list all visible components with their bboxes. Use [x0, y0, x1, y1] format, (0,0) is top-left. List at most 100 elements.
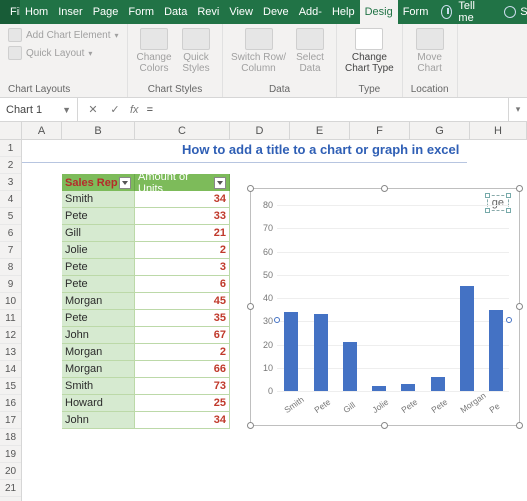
- cell-sales-rep[interactable]: Morgan: [62, 361, 135, 378]
- move-chart-button[interactable]: Move Chart: [412, 28, 448, 74]
- resize-handle[interactable]: [381, 185, 388, 192]
- cell-sales-rep[interactable]: Morgan: [62, 344, 135, 361]
- tellme-text[interactable]: Tell me: [458, 0, 484, 24]
- table-row[interactable]: Pete3: [62, 259, 230, 276]
- tab-form[interactable]: Form: [123, 0, 159, 24]
- row-header-8[interactable]: 8: [0, 259, 21, 276]
- row-header-2[interactable]: 2: [0, 157, 21, 174]
- tab-data[interactable]: Data: [159, 0, 192, 24]
- tab-file[interactable]: File: [0, 0, 20, 24]
- cell-sales-rep[interactable]: Smith: [62, 378, 135, 395]
- tab-inser[interactable]: Inser: [53, 0, 87, 24]
- select-all-corner[interactable]: [0, 122, 22, 140]
- row-header-18[interactable]: 18: [0, 429, 21, 446]
- cell-units[interactable]: 35: [135, 310, 230, 327]
- col-header-F[interactable]: F: [350, 122, 410, 139]
- row-header-10[interactable]: 10: [0, 293, 21, 310]
- cancel-formula-button[interactable]: ✕: [86, 103, 100, 116]
- resize-handle[interactable]: [247, 303, 254, 310]
- row-header-14[interactable]: 14: [0, 361, 21, 378]
- share-button[interactable]: Share: [504, 6, 527, 18]
- chart-plot-area[interactable]: [277, 205, 509, 391]
- row-header-15[interactable]: 15: [0, 378, 21, 395]
- bar[interactable]: [343, 342, 357, 391]
- tab-page[interactable]: Page: [88, 0, 124, 24]
- row-headers[interactable]: 123456789101112131415161718192021: [0, 140, 22, 501]
- tab-desig[interactable]: Desig: [360, 0, 398, 24]
- cell-sales-rep[interactable]: Pete: [62, 259, 135, 276]
- cell-units[interactable]: 2: [135, 242, 230, 259]
- tab-hom[interactable]: Hom: [20, 0, 53, 24]
- header-amount-units[interactable]: Amount of Units: [135, 174, 230, 191]
- cell-units[interactable]: 33: [135, 208, 230, 225]
- tab-help[interactable]: Help: [327, 0, 360, 24]
- cell-sales-rep[interactable]: Pete: [62, 276, 135, 293]
- tab-deve[interactable]: Deve: [258, 0, 294, 24]
- filter-icon[interactable]: [214, 177, 226, 189]
- cell-units[interactable]: 45: [135, 293, 230, 310]
- row-header-19[interactable]: 19: [0, 446, 21, 463]
- row-header-5[interactable]: 5: [0, 208, 21, 225]
- change-colors-button[interactable]: Change Colors: [136, 28, 172, 74]
- accept-formula-button[interactable]: ✓: [108, 103, 122, 116]
- tab-revi[interactable]: Revi: [192, 0, 224, 24]
- resize-handle[interactable]: [247, 422, 254, 429]
- table-row[interactable]: Morgan66: [62, 361, 230, 378]
- row-header-12[interactable]: 12: [0, 327, 21, 344]
- cell-grid[interactable]: How to add a title to a chart or graph i…: [22, 140, 527, 501]
- worksheet[interactable]: ABCDEFGH 1234567891011121314151617181920…: [0, 122, 527, 501]
- row-header-7[interactable]: 7: [0, 242, 21, 259]
- table-row[interactable]: Howard25: [62, 395, 230, 412]
- row-header-21[interactable]: 21: [0, 480, 21, 497]
- tab-form[interactable]: Form: [398, 0, 434, 24]
- table-row[interactable]: Jolie2: [62, 242, 230, 259]
- quick-styles-button[interactable]: Quick Styles: [178, 28, 214, 74]
- formula-expand-button[interactable]: ▾: [509, 98, 527, 121]
- cell-sales-rep[interactable]: Jolie: [62, 242, 135, 259]
- row-header-3[interactable]: 3: [0, 174, 21, 191]
- bar[interactable]: [489, 310, 503, 391]
- cell-units[interactable]: 34: [135, 412, 230, 429]
- row-header-16[interactable]: 16: [0, 395, 21, 412]
- cell-units[interactable]: 3: [135, 259, 230, 276]
- quick-layout-button[interactable]: Quick Layout▾: [8, 46, 92, 60]
- bar[interactable]: [372, 386, 386, 391]
- cell-sales-rep[interactable]: Gill: [62, 225, 135, 242]
- cell-units[interactable]: 2: [135, 344, 230, 361]
- switch-row-column-button[interactable]: Switch Row/ Column: [231, 28, 286, 74]
- bar[interactable]: [284, 312, 298, 391]
- col-header-G[interactable]: G: [410, 122, 470, 139]
- table-row[interactable]: Pete33: [62, 208, 230, 225]
- resize-handle[interactable]: [381, 422, 388, 429]
- cell-sales-rep[interactable]: John: [62, 327, 135, 344]
- cell-units[interactable]: 6: [135, 276, 230, 293]
- resize-handle[interactable]: [516, 422, 523, 429]
- column-headers[interactable]: ABCDEFGH: [22, 122, 527, 140]
- row-header-13[interactable]: 13: [0, 344, 21, 361]
- cell-sales-rep[interactable]: Pete: [62, 310, 135, 327]
- bar[interactable]: [401, 384, 415, 391]
- row-header-4[interactable]: 4: [0, 191, 21, 208]
- table-row[interactable]: John67: [62, 327, 230, 344]
- row-header-9[interactable]: 9: [0, 276, 21, 293]
- row-header-1[interactable]: 1: [0, 140, 21, 157]
- table-row[interactable]: Smith73: [62, 378, 230, 395]
- col-header-D[interactable]: D: [230, 122, 290, 139]
- bar[interactable]: [460, 286, 474, 391]
- table-row[interactable]: Pete6: [62, 276, 230, 293]
- table-row[interactable]: Morgan2: [62, 344, 230, 361]
- bar[interactable]: [314, 314, 328, 391]
- fx-icon[interactable]: fx: [130, 104, 139, 116]
- col-header-A[interactable]: A: [22, 122, 62, 139]
- name-box[interactable]: Chart 1▼: [0, 98, 78, 121]
- cell-units[interactable]: 73: [135, 378, 230, 395]
- tab-view[interactable]: View: [224, 0, 258, 24]
- cell-sales-rep[interactable]: Morgan: [62, 293, 135, 310]
- row-header-11[interactable]: 11: [0, 310, 21, 327]
- filter-icon[interactable]: [119, 177, 131, 189]
- tab-add-[interactable]: Add-: [294, 0, 327, 24]
- cell-sales-rep[interactable]: Smith: [62, 191, 135, 208]
- cell-units[interactable]: 66: [135, 361, 230, 378]
- col-header-E[interactable]: E: [290, 122, 350, 139]
- row-header-20[interactable]: 20: [0, 463, 21, 480]
